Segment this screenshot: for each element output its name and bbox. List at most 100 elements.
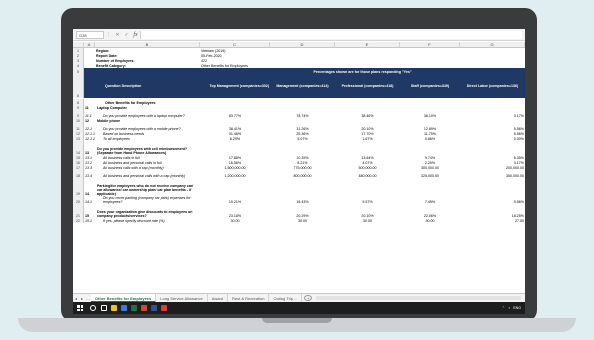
function-icon[interactable]: fx bbox=[131, 32, 140, 38]
language-indicator[interactable]: ENG bbox=[513, 306, 521, 310]
row-number[interactable]: 18 bbox=[73, 170, 84, 178]
speaker-icon[interactable]: ◖ bbox=[508, 306, 510, 310]
question-text[interactable]: Does your organization give discounts to… bbox=[95, 204, 200, 218]
question-code[interactable]: 14.1 bbox=[84, 196, 95, 204]
row-number[interactable]: 9 bbox=[73, 110, 84, 118]
value-cell[interactable] bbox=[270, 178, 335, 196]
value-cell[interactable]: 38.41% bbox=[200, 123, 270, 131]
taskbar: ⌃ ◖ ENG bbox=[73, 302, 525, 314]
value-cell[interactable]: 325,000.00 bbox=[400, 170, 460, 178]
question-text[interactable]: Parking/for employees who do not receive… bbox=[95, 178, 200, 196]
value-cell[interactable]: 78.74% bbox=[270, 110, 335, 118]
value-cell[interactable]: 5.56% bbox=[460, 123, 525, 131]
name-box[interactable]: G38 bbox=[76, 30, 104, 39]
excel-app-icon[interactable] bbox=[131, 305, 137, 311]
value-cell[interactable]: 1,200,000.00 bbox=[200, 170, 270, 178]
value-cell[interactable]: 5.56% bbox=[460, 196, 525, 204]
value-cell[interactable]: 350,000.00 bbox=[460, 170, 525, 178]
browser-icon[interactable] bbox=[121, 305, 127, 311]
question-description-header[interactable]: Question Description bbox=[95, 74, 200, 98]
formula-bar: G38 ⋮ ✕ ✓ fx bbox=[73, 29, 525, 41]
value-cell[interactable]: 9.57% bbox=[335, 196, 400, 204]
app-icon[interactable] bbox=[161, 305, 167, 311]
question-text[interactable]: Do you provide employees with cell reimb… bbox=[95, 141, 200, 155]
row-number[interactable]: 22 bbox=[73, 218, 84, 223]
chevron-up-icon[interactable]: ⌃ bbox=[502, 306, 505, 310]
cancel-icon[interactable]: ✕ bbox=[113, 32, 122, 38]
question-text[interactable]: Do you provide employees with a mobile p… bbox=[95, 123, 200, 131]
windows-start-icon[interactable] bbox=[77, 305, 83, 311]
value-cell[interactable] bbox=[400, 141, 460, 155]
row-number[interactable]: 11 bbox=[73, 123, 84, 131]
value-cell[interactable] bbox=[400, 178, 460, 196]
table-row: 14 13 Do you provide employees with cell r… bbox=[73, 141, 525, 155]
value-cell[interactable] bbox=[460, 178, 525, 196]
value-cell[interactable] bbox=[460, 141, 525, 155]
value-cell[interactable]: 30.00 bbox=[335, 218, 400, 223]
value-cell[interactable]: 3.17% bbox=[460, 110, 525, 118]
value-cell[interactable]: 12.89% bbox=[400, 123, 460, 131]
value-cell[interactable]: 30.00 bbox=[270, 218, 335, 223]
value-cell[interactable]: 20.29% bbox=[270, 204, 335, 218]
row-number[interactable]: 19 bbox=[73, 178, 84, 196]
word-app-icon[interactable] bbox=[151, 305, 157, 311]
value-cell[interactable]: 19.21% bbox=[200, 196, 270, 204]
question-text[interactable]: Do you cover parking (company car park) … bbox=[95, 196, 200, 204]
value-cell[interactable] bbox=[335, 178, 400, 196]
value-cell[interactable]: 20.10% bbox=[335, 204, 400, 218]
value-cell[interactable] bbox=[200, 178, 270, 196]
formula-input[interactable] bbox=[140, 30, 522, 39]
sheet-tabs-bar: ◂ ▸ … Other Benefits for Employees Long … bbox=[73, 293, 525, 303]
value-cell[interactable]: 38.46% bbox=[335, 110, 400, 118]
header-row: 6 Question Description Top Management (c… bbox=[73, 74, 525, 98]
question-text[interactable]: If yes, please specify discount rate (%) bbox=[95, 218, 200, 223]
value-cell[interactable] bbox=[200, 141, 270, 155]
value-cell[interactable]: 16.43% bbox=[270, 196, 335, 204]
value-cell[interactable] bbox=[270, 141, 335, 155]
question-text[interactable]: All business and personal calls with a c… bbox=[95, 170, 200, 178]
spreadsheet-grid[interactable]: A B C D E F G 1 Region: Vietnam (2019) 2… bbox=[73, 42, 525, 292]
question-code[interactable]: 15.1 bbox=[84, 218, 95, 223]
row-number[interactable]: 20 bbox=[73, 196, 84, 204]
question-code[interactable]: 12.1 bbox=[84, 123, 95, 131]
more-options-icon[interactable]: ⋮ bbox=[104, 32, 113, 38]
question-code[interactable]: 15 bbox=[84, 204, 95, 218]
top-management-header[interactable]: Top Management (companies=302) bbox=[200, 74, 270, 98]
value-cell[interactable]: 480,000.00 bbox=[335, 170, 400, 178]
value-cell[interactable]: 27.50 bbox=[460, 218, 525, 223]
management-header[interactable]: Management (companies=414) bbox=[270, 74, 335, 98]
row-number[interactable]: 6 bbox=[73, 74, 84, 98]
row-number[interactable]: 14 bbox=[73, 141, 84, 155]
file-explorer-icon[interactable] bbox=[111, 305, 117, 311]
enter-icon[interactable]: ✓ bbox=[122, 32, 131, 38]
question-code[interactable]: 13.4 bbox=[84, 170, 95, 178]
row-number[interactable]: 21 bbox=[73, 204, 84, 218]
value-cell[interactable] bbox=[335, 141, 400, 155]
question-code[interactable]: 13 bbox=[84, 141, 95, 155]
question-code[interactable]: 14 bbox=[84, 178, 95, 196]
add-sheet-icon[interactable]: + bbox=[304, 295, 313, 301]
horizontal-scrollbar[interactable] bbox=[316, 296, 521, 300]
value-cell[interactable]: 36.10% bbox=[400, 110, 460, 118]
question-text[interactable]: Do you provide employees with a laptop c… bbox=[95, 110, 200, 118]
direct-labor-header[interactable]: Direct Labor (companies=136) bbox=[460, 74, 525, 98]
staff-header[interactable]: Staff (companies=349) bbox=[400, 74, 460, 98]
value-cell[interactable]: 20.10% bbox=[335, 123, 400, 131]
value-cell[interactable]: 31.26% bbox=[270, 123, 335, 131]
value-cell[interactable]: 30.00 bbox=[400, 218, 460, 223]
question-code[interactable]: 11.1 bbox=[84, 110, 95, 118]
value-cell[interactable]: 22.06% bbox=[400, 204, 460, 218]
table-row: 22 15.1 If yes, please specify discount ra… bbox=[73, 218, 525, 223]
value-cell[interactable]: 23.18% bbox=[200, 204, 270, 218]
value-cell[interactable]: 30.00 bbox=[200, 218, 270, 223]
powerpoint-app-icon[interactable] bbox=[141, 305, 147, 311]
search-icon[interactable] bbox=[90, 305, 96, 311]
task-view-icon[interactable] bbox=[101, 305, 107, 311]
professional-header[interactable]: Professional (companies=418) bbox=[335, 74, 400, 98]
screen: G38 ⋮ ✕ ✓ fx A B C D E F G 1 Region: Vie… bbox=[73, 29, 525, 314]
value-cell[interactable]: 800,000.00 bbox=[270, 170, 335, 178]
value-cell[interactable]: 18.25% bbox=[460, 204, 525, 218]
value-cell[interactable]: 7.45% bbox=[400, 196, 460, 204]
value-cell[interactable]: 83.77% bbox=[200, 110, 270, 118]
table-row: 21 15 Does your organization give discount… bbox=[73, 204, 525, 218]
